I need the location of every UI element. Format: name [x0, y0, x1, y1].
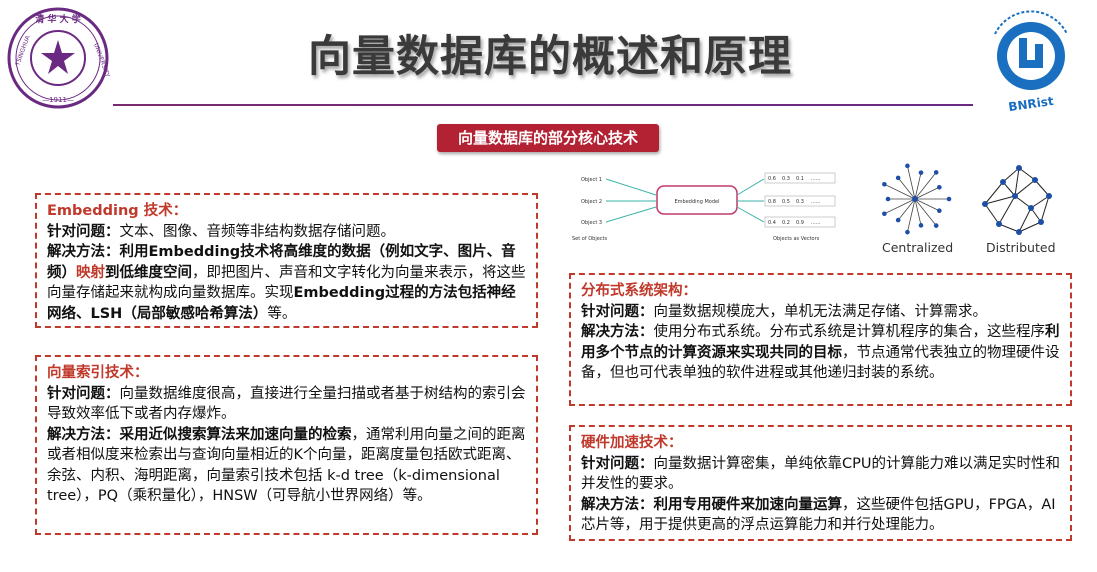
distributed-heading: 分布式系统架构： — [581, 283, 697, 299]
svg-text:0.3: 0.3 — [782, 176, 790, 182]
svg-text:0.6: 0.6 — [768, 176, 776, 182]
distributed-method: 解决方法：使用分布式系统。分布式系统是计算机程序的集合，这些程序利用多个节点的计… — [581, 324, 1060, 381]
diagram-object-1: Object 1 — [581, 177, 602, 183]
vector-row-1: 0.6 0.3 0.1 ...... — [764, 172, 836, 184]
hardware-heading: 硬件加速技术： — [581, 435, 683, 451]
embedding-heading: Embedding 技术： — [47, 203, 188, 219]
svg-text:清 华 大 学: 清 华 大 学 — [35, 13, 80, 25]
hardware-problem: 针对问题：向量数据计算密集，单纯依靠CPU的计算能力难以满足实时性和并发性的要求… — [581, 455, 1060, 493]
svg-text:......: ...... — [811, 199, 821, 205]
diagram-model-label: Embedding Model — [675, 199, 720, 205]
embedding-section: Embedding 技术： 针对问题：文本、图像、音频等非结构数据存储问题。 解… — [35, 193, 538, 328]
centralized-label: Centralized — [882, 240, 954, 255]
diagram-vectors-caption: Objects as Vectors — [773, 236, 820, 242]
diagram-object-2: Object 2 — [581, 199, 602, 205]
slide: 清 华 大 学 —1911— TSINGHUA UNIVERSITY BNRis… — [0, 0, 1097, 572]
subtitle-badge: 向量数据库的部分核心技术 — [437, 124, 659, 152]
svg-text:BNRist: BNRist — [1008, 94, 1055, 114]
hardware-method: 解决方法：利用专用硬件来加速向量运算，这些硬件包括GPU，FPGA，AI芯片等，… — [581, 496, 1056, 534]
svg-text:0.3: 0.3 — [796, 199, 804, 205]
embedding-diagram: Object 1 Object 2 Object 3 Set of Object… — [572, 172, 836, 242]
svg-text:0.5: 0.5 — [782, 199, 790, 205]
distributed-network-icon — [982, 165, 1052, 235]
svg-text:......: ...... — [811, 220, 821, 226]
svg-text:0.1: 0.1 — [796, 176, 804, 182]
svg-text:0.4: 0.4 — [768, 220, 776, 226]
index-method: 解决方法：采用近似搜索算法来加速向量的检索，通常利用向量之间的距离或者相似度来检… — [47, 426, 526, 505]
diagram-object-3: Object 3 — [581, 220, 602, 226]
slide-title: 向量数据库的概述和原理 — [308, 32, 792, 82]
diagram-inputs-caption: Set of Objects — [572, 236, 607, 242]
index-heading: 向量索引技术： — [47, 365, 149, 381]
hardware-section: 硬件加速技术： 针对问题：向量数据计算密集，单纯依靠CPU的计算能力难以满足实时… — [569, 425, 1072, 541]
embedding-method: 解决方法：利用Embedding技术将高维度的数据（例如文字、图片、音频）映射到… — [47, 244, 526, 322]
svg-text:0.9: 0.9 — [796, 220, 804, 226]
title-divider — [113, 104, 973, 106]
embedding-problem: 针对问题：文本、图像、音频等非结构数据存储问题。 — [47, 223, 395, 240]
distributed-label: Distributed — [986, 240, 1056, 255]
svg-text:......: ...... — [811, 176, 821, 182]
tsinghua-logo-icon: 清 华 大 学 —1911— TSINGHUA UNIVERSITY — [7, 7, 110, 109]
vector-index-section: 向量索引技术： 针对问题：向量数据维度很高，直接进行全量扫描或者基于树结构的索引… — [35, 355, 538, 535]
svg-text:0.2: 0.2 — [782, 220, 790, 226]
centralized-network-icon — [882, 163, 952, 235]
svg-text:—1911—: —1911— — [42, 96, 74, 104]
index-problem: 针对问题：向量数据维度很高，直接进行全量扫描或者基于树结构的索引会导致效率低下或… — [47, 385, 526, 423]
distributed-section: 分布式系统架构： 针对问题：向量数据规模庞大，单机无法满足存储、计算需求。 解决… — [569, 273, 1072, 406]
vector-row-3: 0.4 0.2 0.9 ...... — [764, 216, 836, 228]
svg-text:0.8: 0.8 — [768, 199, 776, 205]
bnrist-logo-icon: BNRist — [994, 10, 1068, 114]
distributed-problem: 针对问题：向量数据规模庞大，单机无法满足存储、计算需求。 — [581, 303, 987, 320]
vector-row-2: 0.8 0.5 0.3 ...... — [764, 195, 836, 207]
